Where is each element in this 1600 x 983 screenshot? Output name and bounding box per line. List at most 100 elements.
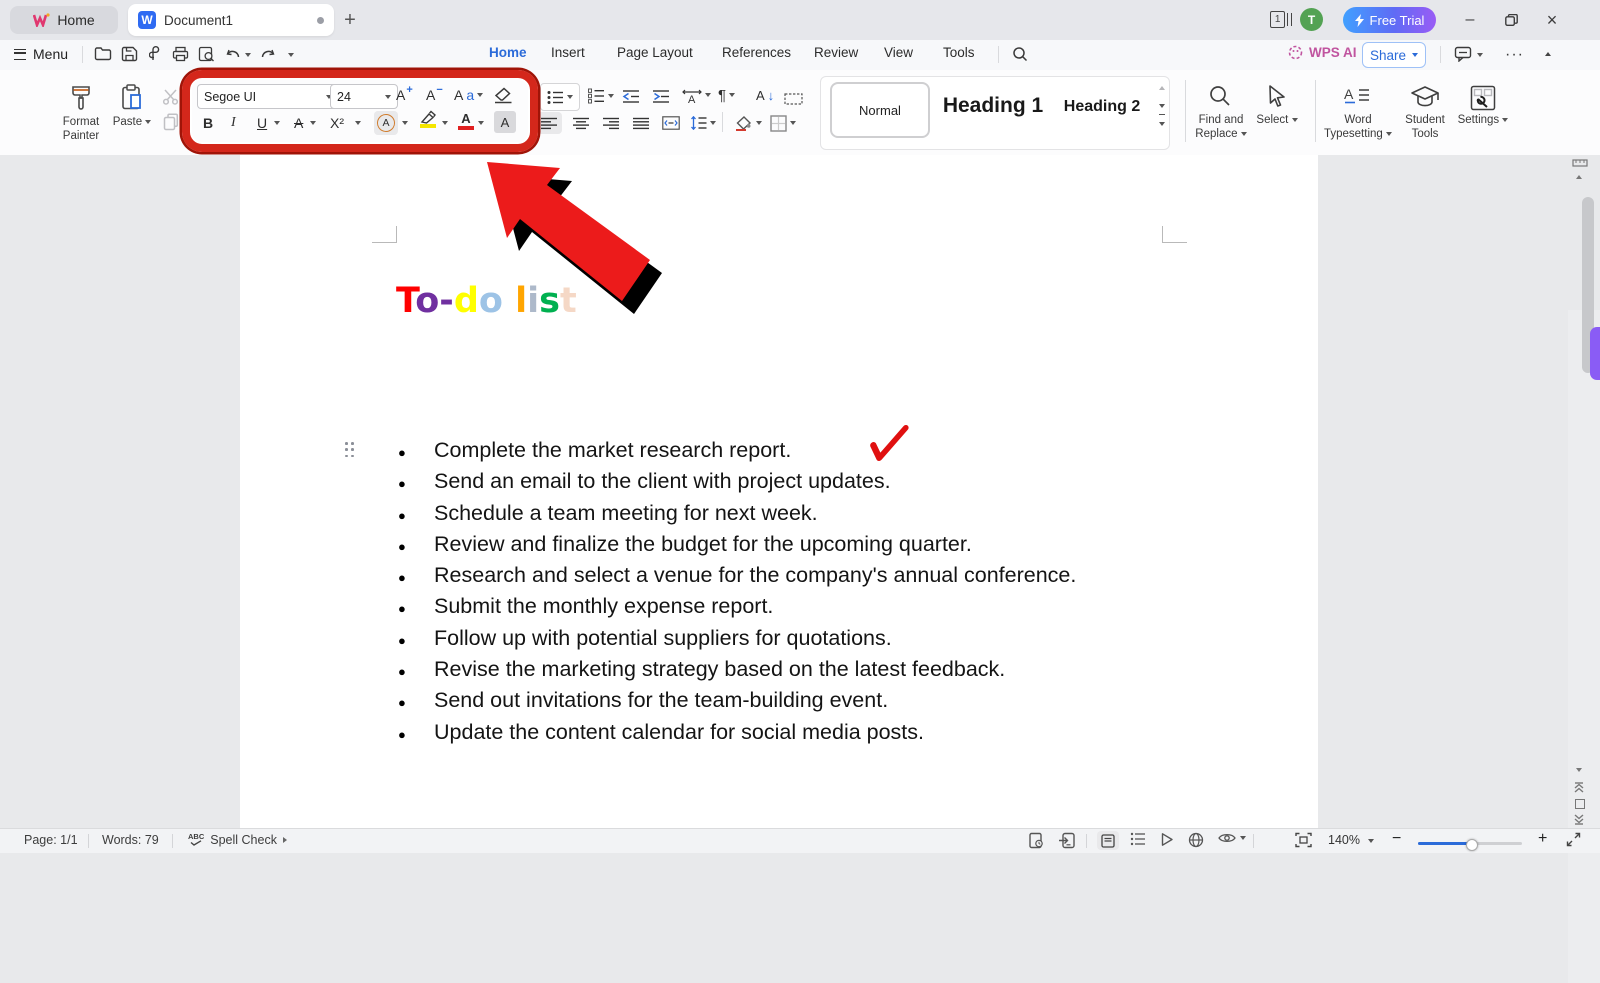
- select-button[interactable]: Select: [1246, 113, 1308, 127]
- wps-ai-button[interactable]: WPS AI: [1288, 45, 1357, 60]
- undo-dropdown-chevron[interactable]: [245, 53, 251, 57]
- paste-button[interactable]: Paste: [102, 115, 162, 129]
- zoom-slider-thumb[interactable]: [1466, 838, 1478, 851]
- zoom-slider[interactable]: [1418, 838, 1522, 851]
- document-page[interactable]: To-do list ● Complete the market research…: [240, 155, 1318, 828]
- find-replace-button[interactable]: Find and Replace: [1188, 113, 1254, 141]
- collapse-ribbon-button[interactable]: [1545, 52, 1551, 56]
- list-item[interactable]: ● Research and select a venue for the com…: [398, 563, 1076, 594]
- align-center-button[interactable]: [568, 112, 594, 134]
- tab-home[interactable]: Home: [489, 45, 527, 60]
- undo-button[interactable]: [226, 46, 246, 64]
- comments-button[interactable]: [1454, 46, 1474, 64]
- list-item[interactable]: ● Send out invitations for the team-build…: [398, 688, 1076, 719]
- list-item[interactable]: ● Complete the market research report.: [398, 438, 1076, 469]
- comments-chevron[interactable]: [1477, 53, 1483, 57]
- zoom-in-button[interactable]: +: [1538, 830, 1547, 848]
- list-item[interactable]: ● Follow up with potential suppliers for …: [398, 626, 1076, 657]
- student-tools-button[interactable]: Student Tools: [1395, 113, 1455, 141]
- list-item[interactable]: ● Revise the marketing strategy based on …: [398, 657, 1076, 688]
- list-item[interactable]: ● Update the content calendar for social …: [398, 720, 1076, 751]
- print-preview-button[interactable]: [198, 46, 218, 64]
- scroll-up-arrow[interactable]: [1576, 175, 1582, 179]
- zoom-chevron-icon[interactable]: [1368, 839, 1374, 843]
- fullscreen-button[interactable]: [1566, 832, 1581, 847]
- select-browse-object-button[interactable]: [1575, 799, 1585, 809]
- free-trial-button[interactable]: Free Trial: [1343, 7, 1436, 33]
- list-item[interactable]: ● Send an email to the client with projec…: [398, 469, 1076, 500]
- style-normal[interactable]: Normal: [830, 82, 930, 138]
- paragraph-drag-handle[interactable]: [345, 442, 357, 459]
- share-button[interactable]: Share: [1362, 42, 1426, 68]
- menu-button[interactable]: Menu: [14, 46, 68, 62]
- text-direction-button[interactable]: A: [682, 84, 711, 106]
- zoom-out-button[interactable]: −: [1392, 830, 1401, 848]
- new-tab-button[interactable]: +: [338, 8, 362, 32]
- numbering-button[interactable]: [588, 85, 614, 107]
- tab-page-layout[interactable]: Page Layout: [617, 45, 693, 60]
- export-pdf-button[interactable]: [149, 46, 169, 64]
- wps-ai-edge-handle[interactable]: [1590, 327, 1600, 380]
- ruler-toggle-icon[interactable]: [1572, 157, 1588, 167]
- align-left-button[interactable]: [536, 112, 562, 134]
- shading-button[interactable]: [734, 112, 762, 134]
- styles-more-button[interactable]: [1154, 113, 1170, 131]
- tab-references[interactable]: References: [722, 45, 791, 60]
- mobile-view-icon[interactable]: [1058, 832, 1076, 849]
- fit-page-icon[interactable]: [1295, 832, 1312, 848]
- customize-toolbar-chevron[interactable]: [288, 53, 294, 57]
- increase-indent-button[interactable]: [652, 85, 670, 107]
- more-options-button[interactable]: ···: [1505, 46, 1525, 64]
- task-pane-icon[interactable]: [1028, 832, 1044, 849]
- previous-page-button[interactable]: [1572, 782, 1586, 794]
- list-item[interactable]: ● Schedule a team meeting for next week.: [398, 501, 1076, 532]
- word-count[interactable]: Words: 79: [102, 833, 159, 847]
- visibility-options-button[interactable]: [1218, 832, 1246, 844]
- next-page-button[interactable]: [1572, 813, 1586, 825]
- avatar[interactable]: T: [1300, 8, 1323, 31]
- search-icon[interactable]: [1012, 46, 1032, 64]
- minimize-button[interactable]: –: [1455, 5, 1485, 35]
- tab-insert[interactable]: Insert: [551, 45, 585, 60]
- zoom-level[interactable]: 140%: [1328, 833, 1360, 847]
- style-heading-1[interactable]: Heading 1: [938, 94, 1048, 118]
- open-file-button[interactable]: [94, 46, 114, 64]
- show-marks-button[interactable]: ¶: [718, 84, 736, 106]
- list-item[interactable]: ● Submit the monthly expense report.: [398, 594, 1076, 625]
- print-button[interactable]: [172, 46, 192, 64]
- scroll-down-arrow[interactable]: [1576, 768, 1582, 772]
- align-right-button[interactable]: [598, 112, 624, 134]
- list-item[interactable]: ● Review and finalize the budget for the …: [398, 532, 1076, 563]
- justify-button[interactable]: [628, 112, 654, 134]
- web-layout-button[interactable]: [1188, 832, 1204, 848]
- tab-review[interactable]: Review: [814, 45, 858, 60]
- sort-button[interactable]: A ↓: [756, 84, 774, 106]
- styles-scroll-down-button[interactable]: [1154, 98, 1170, 113]
- home-tab[interactable]: Home: [10, 6, 118, 34]
- read-mode-button[interactable]: [1160, 832, 1174, 847]
- document-tab[interactable]: W Document1: [128, 4, 334, 36]
- print-layout-view-button[interactable]: [1097, 831, 1119, 850]
- decrease-indent-button[interactable]: [622, 85, 640, 107]
- paragraph-layout-button[interactable]: [784, 88, 803, 110]
- bullets-button[interactable]: [540, 83, 580, 111]
- word-typesetting-button[interactable]: Word Typesetting: [1318, 113, 1398, 141]
- spell-check-button[interactable]: ABC Spell Check: [188, 833, 287, 847]
- copy-icon[interactable]: [163, 113, 179, 131]
- distribute-button[interactable]: [658, 112, 684, 134]
- page-indicator[interactable]: Page: 1/1: [24, 833, 78, 847]
- tab-view[interactable]: View: [884, 45, 913, 60]
- line-spacing-button[interactable]: [690, 112, 716, 134]
- borders-button[interactable]: [770, 112, 796, 134]
- window-manager-button[interactable]: 1: [1270, 10, 1292, 28]
- close-button[interactable]: ×: [1537, 5, 1567, 35]
- save-button[interactable]: [121, 46, 141, 64]
- redo-button[interactable]: [260, 46, 280, 64]
- restore-button[interactable]: [1496, 5, 1526, 35]
- style-heading-2[interactable]: Heading 2: [1052, 98, 1152, 116]
- styles-scroll-up-button[interactable]: [1154, 80, 1170, 95]
- cut-icon[interactable]: [162, 88, 179, 105]
- settings-button[interactable]: Settings: [1452, 113, 1514, 127]
- tab-tools[interactable]: Tools: [943, 45, 975, 60]
- outline-view-button[interactable]: [1130, 832, 1146, 846]
